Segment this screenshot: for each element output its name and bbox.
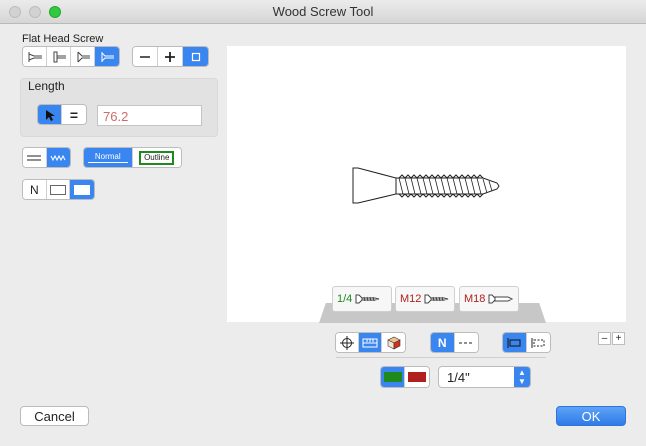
view-mode-outline-button[interactable] [46,180,71,199]
empty-rect-icon [50,184,66,195]
head-type-segmented [22,46,120,67]
view-mode-n-button[interactable]: N [23,180,47,199]
view-mode-segmented: N [22,179,95,200]
view-mode-filled-button[interactable] [70,180,94,199]
head-type-4-button[interactable] [95,47,119,66]
title-bar: Wood Screw Tool [0,0,646,24]
head-type-3-button[interactable] [71,47,95,66]
wood-screw-drawing [352,167,500,204]
pointer-mode-button[interactable] [38,105,62,124]
size-card-3[interactable]: M18 [459,286,519,312]
head-type-label: Flat Head Screw [22,33,104,45]
plain-lines-icon [27,155,42,160]
align-dashed-icon [531,337,545,348]
zoom-out-button[interactable]: – [598,332,611,345]
align-solid-button[interactable] [503,333,527,352]
drive-type-segmented [132,46,209,67]
tool-mode-segmented [335,332,406,353]
align-dashed-button[interactable] [526,333,550,352]
length-label: Length [28,79,65,93]
screw-thumbnail-icon [355,294,380,304]
filled-rect-icon [74,184,91,195]
screw-side-1-icon [28,51,42,62]
threaded-shank-button[interactable] [46,148,70,167]
head-type-1-button[interactable] [23,47,47,66]
ruler-icon [362,338,378,347]
normal-style-label: Normal [94,152,121,161]
screw-side-2-icon [53,51,66,62]
window-title: Wood Screw Tool [272,4,374,19]
normal-style-button[interactable]: Normal [84,148,133,167]
head-type-2-button[interactable] [47,47,71,66]
length-mode-segmented: = [37,104,87,125]
bolt-thumbnail-icon [488,294,514,304]
screw-side-4-icon [101,51,114,62]
square-drive-button[interactable] [183,47,208,66]
dashed-line-icon [459,342,474,343]
slot-drive-icon [140,55,150,58]
size-card-2[interactable]: M12 [395,286,455,312]
red-swatch-icon [408,372,426,382]
red-color-button[interactable] [405,367,429,387]
square-drive-icon [191,52,200,61]
3d-view-button[interactable] [382,333,405,352]
thread-zigzag-icon [50,154,66,161]
size-card-1-label: 1/4 [337,293,353,305]
plain-shank-button[interactable] [23,148,47,167]
arrow-pointer-icon [45,109,55,121]
display-toggle-segmented: N [430,332,479,353]
slot-drive-button[interactable] [133,47,158,66]
phillips-drive-icon [165,51,175,62]
outline-style-label: Outline [139,150,175,165]
cube-3d-icon [386,336,401,349]
green-color-button[interactable] [381,367,405,387]
crosshair-tool-button[interactable] [336,333,360,352]
updown-chevron-icon: ▲ ▼ [514,367,530,387]
size-card-2-label: M12 [400,293,422,305]
display-dashed-button[interactable] [454,333,478,352]
zoom-in-button[interactable]: + [612,332,625,345]
display-n-button[interactable]: N [431,333,455,352]
size-card-3-label: M18 [464,293,486,305]
toolbar-divider [336,357,546,358]
normal-underline [87,162,128,163]
color-segmented [380,366,430,388]
align-segmented [502,332,551,353]
measure-tool-button[interactable] [359,333,383,352]
size-select-value: 1/4" [447,370,470,385]
screw-preview-canvas [227,46,626,322]
screw-side-3-icon [77,51,90,62]
ok-button[interactable]: OK [556,406,626,426]
size-card-1[interactable]: 1/4 [332,286,392,312]
thread-type-segmented [22,147,71,168]
crosshair-icon [340,335,354,350]
green-swatch-icon [383,372,402,382]
render-style-segmented: Normal Outline [83,147,182,168]
size-select[interactable]: 1/4" ▲ ▼ [438,366,531,388]
equals-mode-button[interactable]: = [62,105,86,124]
cancel-button[interactable]: Cancel [20,406,89,426]
outline-style-button[interactable]: Outline [132,148,181,167]
screw-thumbnail-icon [424,294,449,304]
phillips-drive-button[interactable] [158,47,183,66]
align-solid-icon [507,337,521,348]
length-input[interactable]: 76.2 [97,105,202,126]
window: Wood Screw Tool Flat Head Screw Length =… [0,0,646,446]
